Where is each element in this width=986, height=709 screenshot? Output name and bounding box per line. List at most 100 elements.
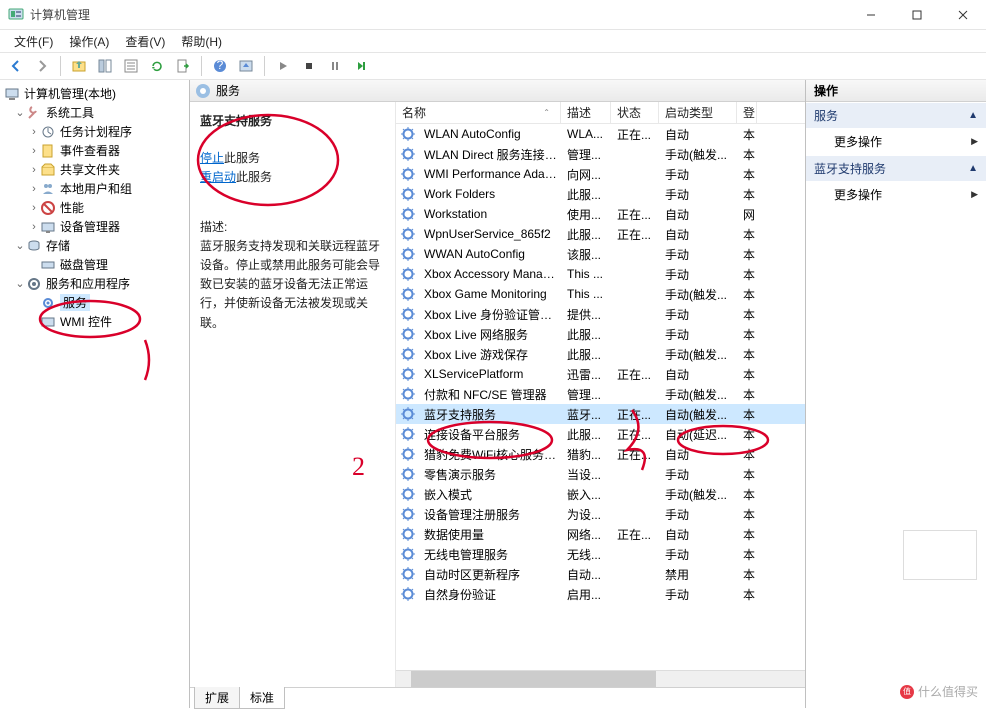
service-row[interactable]: Work Folders此服...手动本 [396, 184, 805, 204]
actions-group-services[interactable]: 服务▲ [806, 102, 986, 128]
col-name[interactable]: 名称 [402, 104, 426, 121]
tree-item[interactable]: ›事件查看器 [0, 141, 189, 160]
collapse-icon[interactable]: ⌄ [14, 106, 26, 119]
tree-item[interactable]: ›性能 [0, 198, 189, 217]
service-row[interactable]: WLAN AutoConfigWLA...正在...自动本 [396, 124, 805, 144]
horizontal-scrollbar[interactable] [396, 670, 805, 687]
tree-item[interactable]: ›任务计划程序 [0, 122, 189, 141]
column-headers[interactable]: 名称⌃ 描述 状态 启动类型 登 [396, 102, 805, 124]
desc-body: 蓝牙服务支持发现和关联远程蓝牙设备。停止或禁用此服务可能会导致已安装的蓝牙设备无… [200, 237, 381, 333]
service-row[interactable]: WpnUserService_865f2此服...正在...自动本 [396, 224, 805, 244]
service-row[interactable]: WWAN AutoConfig该服...手动本 [396, 244, 805, 264]
tree-item[interactable]: 服务 [0, 293, 189, 312]
tree-svcapp[interactable]: ⌄服务和应用程序 [0, 274, 189, 293]
up-button[interactable] [67, 54, 91, 78]
properties-button[interactable] [119, 54, 143, 78]
stop-link[interactable]: 停止 [200, 151, 224, 165]
menu-view[interactable]: 查看(V) [119, 31, 171, 52]
tree-item[interactable]: 磁盘管理 [0, 255, 189, 274]
gear-icon [400, 166, 416, 182]
service-row[interactable]: 零售演示服务当设...手动本 [396, 464, 805, 484]
service-row[interactable]: Xbox Accessory Manage...This ...手动本 [396, 264, 805, 284]
col-status[interactable]: 状态 [611, 102, 659, 123]
help-button[interactable]: ? [208, 54, 232, 78]
tree-item[interactable]: ›本地用户和组 [0, 179, 189, 198]
menu-file[interactable]: 文件(F) [8, 31, 59, 52]
actions-more-2[interactable]: 更多操作▶ [806, 181, 986, 208]
actions-pane: 操作 服务▲ 更多操作▶ 蓝牙支持服务▲ 更多操作▶ [806, 80, 986, 708]
service-row[interactable]: 嵌入模式嵌入...手动(触发...本 [396, 484, 805, 504]
tree-pane[interactable]: 计算机管理(本地) ⌄系统工具 ›任务计划程序›事件查看器›共享文件夹›本地用户… [0, 80, 190, 708]
collapse-icon[interactable]: ▲ [968, 163, 978, 174]
play-button[interactable] [271, 54, 295, 78]
actions-header: 操作 [806, 80, 986, 102]
service-row[interactable]: Workstation使用...正在...自动网 [396, 204, 805, 224]
tree-root[interactable]: 计算机管理(本地) [0, 84, 189, 103]
gear-icon [400, 446, 416, 462]
service-row[interactable]: WLAN Direct 服务连接管...管理...手动(触发...本 [396, 144, 805, 164]
tab-extended[interactable]: 扩展 [194, 687, 240, 709]
col-startup[interactable]: 启动类型 [659, 102, 737, 123]
expand-icon[interactable]: › [28, 221, 40, 233]
thumbnail-preview [903, 530, 977, 580]
service-row[interactable]: XLServicePlatform迅雷...正在...自动本 [396, 364, 805, 384]
service-row[interactable]: Xbox Live 身份验证管理器提供...手动本 [396, 304, 805, 324]
minimize-button[interactable] [848, 0, 894, 29]
titlebar: 计算机管理 [0, 0, 986, 30]
tree-storage[interactable]: ⌄存储 [0, 236, 189, 255]
forward-button[interactable] [30, 54, 54, 78]
actions-more-1[interactable]: 更多操作▶ [806, 128, 986, 155]
gear-icon [400, 486, 416, 502]
col-desc[interactable]: 描述 [561, 102, 611, 123]
service-list[interactable]: WLAN AutoConfigWLA...正在...自动本WLAN Direct… [396, 124, 805, 670]
service-row[interactable]: Xbox Game MonitoringThis ...手动(触发...本 [396, 284, 805, 304]
show-hide-button[interactable] [93, 54, 117, 78]
menu-help[interactable]: 帮助(H) [175, 31, 228, 52]
tree-item[interactable]: WMI 控件 [0, 312, 189, 331]
expand-icon[interactable]: › [28, 202, 40, 214]
service-row[interactable]: 设备管理注册服务为设...手动本 [396, 504, 805, 524]
collapse-icon[interactable]: ⌄ [14, 277, 26, 290]
back-button[interactable] [4, 54, 28, 78]
gear-icon [400, 146, 416, 162]
collapse-icon[interactable]: ▲ [968, 110, 978, 121]
pause-button[interactable] [323, 54, 347, 78]
expand-icon[interactable]: › [28, 183, 40, 195]
service-row[interactable]: 付款和 NFC/SE 管理器管理...手动(触发...本 [396, 384, 805, 404]
service-row[interactable]: WMI Performance Adapt...向网...手动本 [396, 164, 805, 184]
service-row[interactable]: 猎豹免费WiFi核心服务程序猎豹...正在...自动本 [396, 444, 805, 464]
tree-sys[interactable]: ⌄系统工具 [0, 103, 189, 122]
export-button[interactable] [171, 54, 195, 78]
actions-group-selected[interactable]: 蓝牙支持服务▲ [806, 155, 986, 181]
service-row[interactable]: 连接设备平台服务此服...正在...自动(延迟...本 [396, 424, 805, 444]
expand-icon[interactable]: › [28, 145, 40, 157]
service-row[interactable]: 无线电管理服务无线...手动本 [396, 544, 805, 564]
collapse-icon[interactable]: ⌄ [14, 239, 26, 252]
storage-icon [26, 238, 42, 254]
expand-icon[interactable]: › [28, 164, 40, 176]
filter-button[interactable] [234, 54, 258, 78]
service-row[interactable]: 自然身份验证启用...手动本 [396, 584, 805, 604]
service-row[interactable]: Xbox Live 网络服务此服...手动本 [396, 324, 805, 344]
col-logon[interactable]: 登 [737, 102, 757, 123]
service-row[interactable]: 数据使用量网络...正在...自动本 [396, 524, 805, 544]
refresh-button[interactable] [145, 54, 169, 78]
service-row[interactable]: 蓝牙支持服务蓝牙...正在...自动(触发...本 [396, 404, 805, 424]
tab-standard[interactable]: 标准 [239, 687, 285, 709]
maximize-button[interactable] [894, 0, 940, 29]
close-button[interactable] [940, 0, 986, 29]
gear-icon [400, 586, 416, 602]
tree-item[interactable]: ›设备管理器 [0, 217, 189, 236]
restart-link[interactable]: 重启动 [200, 170, 236, 184]
gear-icon [400, 466, 416, 482]
expand-icon[interactable]: › [28, 126, 40, 138]
service-row[interactable]: Xbox Live 游戏保存此服...手动(触发...本 [396, 344, 805, 364]
stop-button[interactable] [297, 54, 321, 78]
menu-action[interactable]: 操作(A) [63, 31, 115, 52]
service-row[interactable]: 自动时区更新程序自动...禁用本 [396, 564, 805, 584]
gear-icon [400, 566, 416, 582]
menubar: 文件(F) 操作(A) 查看(V) 帮助(H) [0, 30, 986, 52]
restart-button[interactable] [349, 54, 373, 78]
gear-icon [400, 246, 416, 262]
tree-item[interactable]: ›共享文件夹 [0, 160, 189, 179]
